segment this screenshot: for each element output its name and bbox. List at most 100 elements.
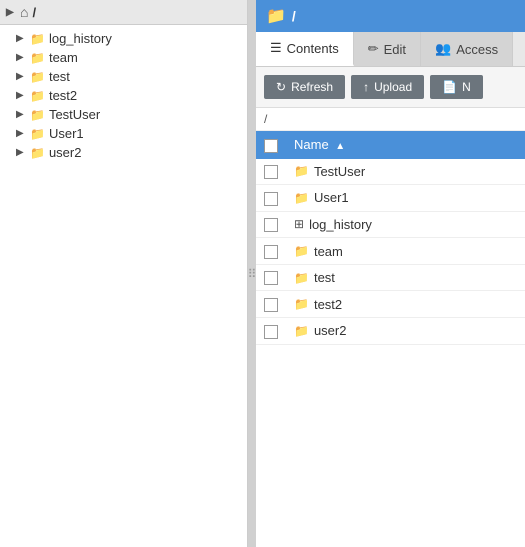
row-label-log_history: log_history <box>309 217 372 232</box>
tab-access[interactable]: 👥 Access <box>421 32 513 66</box>
tree-label-log_history: log_history <box>49 31 112 46</box>
tree-item-TestUser[interactable]: ▶ 📁 TestUser <box>0 105 247 124</box>
checkbox-team[interactable] <box>264 245 278 259</box>
row-check-User1[interactable] <box>256 185 286 212</box>
checkbox-user2[interactable] <box>264 325 278 339</box>
refresh-button[interactable]: ↻ Refresh <box>264 75 345 99</box>
table-row[interactable]: 📁 TestUser <box>256 159 525 185</box>
tree-arrow-test2: ▶ <box>16 90 26 101</box>
home-icon: ⌂ <box>20 4 28 20</box>
new-icon: 📄 <box>442 80 457 94</box>
row-name-TestUser[interactable]: 📁 TestUser <box>286 159 525 185</box>
folder-icon-User1: 📁 <box>30 127 45 141</box>
folder-icon-TestUser: 📁 <box>294 164 309 178</box>
tab-label-edit: Edit <box>384 42 406 57</box>
folder-icon-TestUser: 📁 <box>30 108 45 122</box>
tree-arrow-team: ▶ <box>16 52 26 63</box>
row-check-TestUser[interactable] <box>256 159 286 185</box>
tabs-bar: ☰ Contents ✏ Edit 👥 Access <box>256 32 525 67</box>
folder-icon-User1: 📁 <box>294 191 309 205</box>
tree-arrow-log_history: ▶ <box>16 33 26 44</box>
panel-splitter[interactable]: ⠿ <box>248 0 256 547</box>
checkbox-test2[interactable] <box>264 298 278 312</box>
row-name-team[interactable]: 📁 team <box>286 238 525 265</box>
group-icon-log_history: ⊞ <box>294 217 304 231</box>
folder-icon-test: 📁 <box>294 271 309 285</box>
row-label-test: test <box>314 270 335 285</box>
table-row[interactable]: 📁 user2 <box>256 317 525 344</box>
tree-label-test2: test2 <box>49 88 77 103</box>
upload-button[interactable]: ↑ Upload <box>351 75 424 99</box>
tree-label-test: test <box>49 69 70 84</box>
tree-label-team: team <box>49 50 78 65</box>
row-name-log_history[interactable]: ⊞ log_history <box>286 211 525 238</box>
row-check-team[interactable] <box>256 238 286 265</box>
tree-container: ▶ 📁 log_history ▶ 📁 team ▶ 📁 test ▶ 📁 te… <box>0 25 247 547</box>
row-label-team: team <box>314 244 343 259</box>
checkbox-TestUser[interactable] <box>264 165 278 179</box>
row-name-test2[interactable]: 📁 test2 <box>286 291 525 318</box>
tree-item-log_history[interactable]: ▶ 📁 log_history <box>0 29 247 48</box>
header-checkbox[interactable] <box>264 139 278 153</box>
tree-arrow-User1: ▶ <box>16 128 26 139</box>
table-row[interactable]: 📁 test2 <box>256 291 525 318</box>
new-button[interactable]: 📄 N <box>430 75 483 99</box>
tab-icon-edit: ✏ <box>368 41 379 57</box>
table-row[interactable]: 📁 test <box>256 264 525 291</box>
row-check-log_history[interactable] <box>256 211 286 238</box>
tree-arrow-TestUser: ▶ <box>16 109 26 120</box>
row-name-test[interactable]: 📁 test <box>286 264 525 291</box>
folder-icon-test2: 📁 <box>30 89 45 103</box>
table-row[interactable]: 📁 User1 <box>256 185 525 212</box>
upload-icon: ↑ <box>363 80 369 94</box>
folder-icon-user2: 📁 <box>30 146 45 160</box>
tree-item-test2[interactable]: ▶ 📁 test2 <box>0 86 247 105</box>
tree-arrow-user2: ▶ <box>16 147 26 158</box>
table-row[interactable]: 📁 team <box>256 238 525 265</box>
row-label-User1: User1 <box>314 190 349 205</box>
tab-icon-access: 👥 <box>435 41 451 57</box>
tab-contents[interactable]: ☰ Contents <box>256 32 354 66</box>
left-panel: ▶ ⌂ / ▶ 📁 log_history ▶ 📁 team ▶ 📁 test … <box>0 0 248 547</box>
file-table: Name ▲ 📁 TestUser 📁 User1 <box>256 131 525 345</box>
tree-label-User1: User1 <box>49 126 84 141</box>
right-panel-header: 📁 / <box>256 0 525 32</box>
table-header-row: Name ▲ <box>256 131 525 159</box>
header-folder-icon: 📁 <box>266 6 286 26</box>
checkbox-test[interactable] <box>264 271 278 285</box>
folder-icon-team: 📁 <box>294 244 309 258</box>
table-row[interactable]: ⊞ log_history <box>256 211 525 238</box>
folder-icon-user2: 📁 <box>294 324 309 338</box>
left-panel-header: ▶ ⌂ / <box>0 0 247 25</box>
file-table-body: 📁 TestUser 📁 User1 ⊞ log_history <box>256 159 525 344</box>
tree-arrow-test: ▶ <box>16 71 26 82</box>
root-label[interactable]: / <box>32 5 36 20</box>
checkbox-User1[interactable] <box>264 192 278 206</box>
root-arrow[interactable]: ▶ <box>6 7 16 18</box>
header-name-col[interactable]: Name ▲ <box>286 131 525 159</box>
tab-edit[interactable]: ✏ Edit <box>354 32 421 66</box>
row-label-test2: test2 <box>314 297 342 312</box>
folder-icon-test2: 📁 <box>294 297 309 311</box>
tree-label-TestUser: TestUser <box>49 107 100 122</box>
right-panel-root-label: / <box>292 8 296 24</box>
tree-item-team[interactable]: ▶ 📁 team <box>0 48 247 67</box>
folder-icon-log_history: 📁 <box>30 32 45 46</box>
row-label-user2: user2 <box>314 323 347 338</box>
header-check-col[interactable] <box>256 131 286 159</box>
tree-item-test[interactable]: ▶ 📁 test <box>0 67 247 86</box>
row-name-user2[interactable]: 📁 user2 <box>286 317 525 344</box>
checkbox-log_history[interactable] <box>264 218 278 232</box>
folder-icon-team: 📁 <box>30 51 45 65</box>
tree-label-user2: user2 <box>49 145 82 160</box>
row-check-test[interactable] <box>256 264 286 291</box>
tree-item-User1[interactable]: ▶ 📁 User1 <box>0 124 247 143</box>
row-check-test2[interactable] <box>256 291 286 318</box>
path-bar: / <box>256 108 525 131</box>
tree-item-user2[interactable]: ▶ 📁 user2 <box>0 143 247 162</box>
row-check-user2[interactable] <box>256 317 286 344</box>
tab-label-contents: Contents <box>287 41 339 56</box>
tab-icon-contents: ☰ <box>270 40 282 56</box>
row-name-User1[interactable]: 📁 User1 <box>286 185 525 212</box>
refresh-icon: ↻ <box>276 80 286 94</box>
